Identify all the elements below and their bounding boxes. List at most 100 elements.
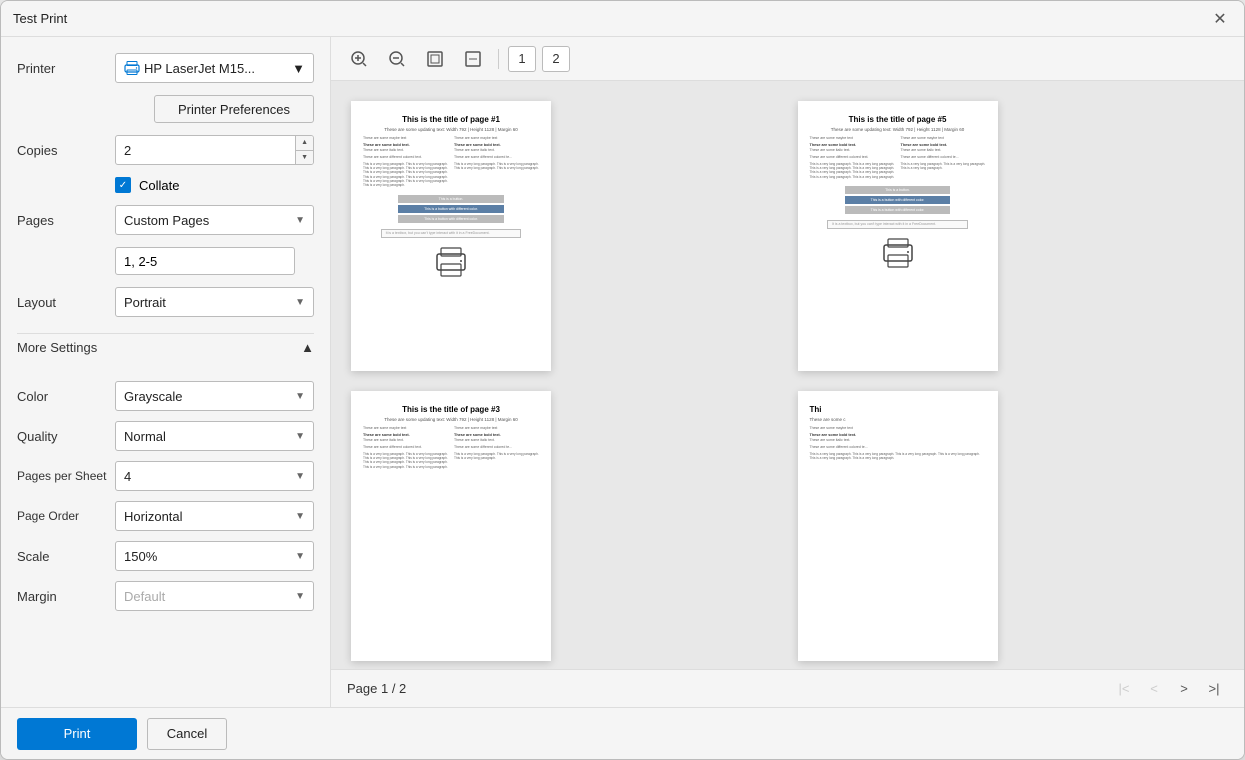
more-settings-content: Color Grayscale ▼ Quality Normal ▼	[17, 373, 314, 611]
pages-input-row	[115, 247, 314, 275]
fit-page-icon	[426, 50, 444, 68]
bottom-bar: Print Cancel	[1, 707, 1244, 759]
layout-value: Portrait	[124, 295, 166, 310]
collate-checkbox[interactable]: ✓	[115, 177, 131, 193]
preview-page-5: This is the title of page #5 These are s…	[798, 101, 998, 371]
printer-preferences-row: Printer Preferences	[17, 95, 314, 123]
zoom-out-icon	[388, 50, 406, 68]
pages-label: Pages	[17, 213, 107, 228]
page3-subtitle: These are some updating text: Width 792 …	[363, 417, 539, 422]
page1-title: This is the title of page #1	[363, 115, 539, 124]
printer-small-icon	[124, 61, 140, 75]
copies-decrement[interactable]: ▼	[296, 151, 313, 166]
page5-subtitle: These are some updating text: Width 792 …	[810, 127, 986, 132]
printer-row: Printer HP LaserJet M15... ▼	[17, 53, 314, 83]
copies-row: Copies 2 ▲ ▼	[17, 135, 314, 165]
pages-per-sheet-value: 4	[124, 469, 131, 484]
fit-width-icon	[464, 50, 482, 68]
pages-select[interactable]: Custom Pages ▼	[115, 205, 314, 235]
title-bar: Test Print ✕	[1, 1, 1244, 37]
nav-first-button[interactable]: |<	[1110, 676, 1138, 702]
margin-chevron-icon: ▼	[295, 591, 305, 602]
pages-per-sheet-select[interactable]: 4 ▼	[115, 461, 314, 491]
left-panel: Printer HP LaserJet M15... ▼	[1, 37, 331, 707]
margin-select[interactable]: Default ▼	[115, 581, 314, 611]
fit-width-button[interactable]	[457, 45, 489, 73]
layout-label: Layout	[17, 295, 107, 310]
margin-value: Default	[124, 589, 165, 604]
pages-input-field[interactable]	[115, 247, 295, 275]
nav-buttons: |< < > >|	[1110, 676, 1228, 702]
collate-label: Collate	[139, 178, 179, 193]
page-2-label: 2	[552, 51, 559, 66]
scale-row: Scale 150% ▼	[17, 541, 314, 571]
pages-row: Pages Custom Pages ▼	[17, 205, 314, 235]
printer-select[interactable]: HP LaserJet M15... ▼	[115, 53, 314, 83]
pages-select-value: Custom Pages	[124, 213, 209, 228]
collate-row: ✓ Collate	[115, 177, 314, 193]
quality-row: Quality Normal ▼	[17, 421, 314, 451]
scale-chevron-icon: ▼	[295, 551, 305, 562]
color-select[interactable]: Grayscale ▼	[115, 381, 314, 411]
page-partial-title: Thi	[810, 405, 986, 414]
print-button[interactable]: Print	[17, 718, 137, 750]
printer-preferences-button[interactable]: Printer Preferences	[154, 95, 314, 123]
layout-select[interactable]: Portrait ▼	[115, 287, 314, 317]
fit-page-button[interactable]	[419, 45, 451, 73]
more-settings-chevron-icon: ▲	[301, 340, 314, 355]
preview-page-partial: Thi These are some c These are some mayb…	[798, 391, 998, 661]
printer-value: HP LaserJet M15...	[144, 61, 255, 76]
color-label: Color	[17, 389, 107, 404]
copies-spinners: ▲ ▼	[295, 135, 313, 165]
page5-title: This is the title of page #5	[810, 115, 986, 124]
pages-per-sheet-label: Pages per Sheet	[17, 469, 107, 483]
zoom-out-button[interactable]	[381, 45, 413, 73]
page-order-value: Horizontal	[124, 509, 183, 524]
scale-label: Scale	[17, 549, 107, 564]
copies-label: Copies	[17, 143, 107, 158]
page-order-row: Page Order Horizontal ▼	[17, 501, 314, 531]
preview-area: This is the title of page #1 These are s…	[331, 81, 1244, 669]
quality-select[interactable]: Normal ▼	[115, 421, 314, 451]
more-settings-header[interactable]: More Settings ▲	[17, 333, 314, 361]
preview-toolbar: 1 2	[331, 37, 1244, 81]
preview-bottom-bar: Page 1 / 2 |< < > >|	[331, 669, 1244, 707]
main-content: Printer HP LaserJet M15... ▼	[1, 37, 1244, 707]
right-panel: 1 2 This is the title of page #1 These a…	[331, 37, 1244, 707]
zoom-in-button[interactable]	[343, 45, 375, 73]
printer-label: Printer	[17, 61, 107, 76]
margin-row: Margin Default ▼	[17, 581, 314, 611]
dialog-title: Test Print	[13, 11, 67, 26]
nav-last-button[interactable]: >|	[1200, 676, 1228, 702]
color-row: Color Grayscale ▼	[17, 381, 314, 411]
cancel-button[interactable]: Cancel	[147, 718, 227, 750]
scale-value: 150%	[124, 549, 157, 564]
printer-chevron-icon: ▼	[292, 61, 305, 76]
page3-title: This is the title of page #3	[363, 405, 539, 414]
scale-select[interactable]: 150% ▼	[115, 541, 314, 571]
nav-next-button[interactable]: >	[1170, 676, 1198, 702]
quality-value: Normal	[124, 429, 166, 444]
copies-value: 2	[116, 143, 295, 158]
page-indicator-2[interactable]: 2	[542, 46, 570, 72]
preview-printer-icon	[432, 246, 470, 278]
printer-icon: HP LaserJet M15...	[124, 61, 255, 76]
copies-input[interactable]: 2 ▲ ▼	[115, 135, 314, 165]
page-order-label: Page Order	[17, 509, 107, 523]
layout-row: Layout Portrait ▼	[17, 287, 314, 317]
page-1-label: 1	[518, 51, 525, 66]
pages-chevron-icon: ▼	[295, 215, 305, 226]
color-chevron-icon: ▼	[295, 391, 305, 402]
nav-prev-button[interactable]: <	[1140, 676, 1168, 702]
pages-per-sheet-chevron-icon: ▼	[295, 471, 305, 482]
page-order-chevron-icon: ▼	[295, 511, 305, 522]
toolbar-separator	[498, 49, 499, 69]
copies-increment[interactable]: ▲	[296, 135, 313, 151]
page1-subtitle: These are some updating text: Width 792 …	[363, 127, 539, 132]
pages-per-sheet-row: Pages per Sheet 4 ▼	[17, 461, 314, 491]
color-value: Grayscale	[124, 389, 183, 404]
page-indicator-1[interactable]: 1	[508, 46, 536, 72]
page-order-select[interactable]: Horizontal ▼	[115, 501, 314, 531]
close-button[interactable]: ✕	[1208, 7, 1232, 31]
preview-printer-icon-5	[879, 237, 917, 269]
